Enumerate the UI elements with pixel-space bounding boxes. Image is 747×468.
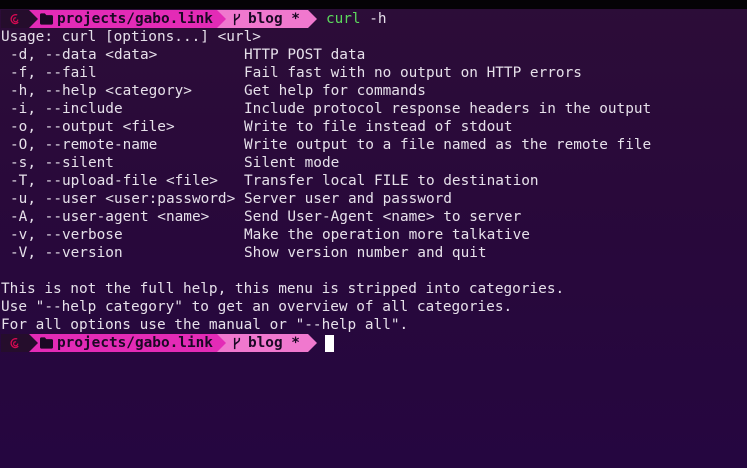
option-description: Silent mode <box>244 155 340 171</box>
terminal-window: projects/gabo.link blog * curl -h Usage:… <box>0 0 747 468</box>
prompt-branch: blog * <box>247 11 300 27</box>
help-option-row: -O, --remote-name Write output to a file … <box>1 136 747 154</box>
help-footer-line: For all options use the manual or "--hel… <box>1 317 409 333</box>
segment-separator <box>307 334 317 352</box>
help-option-row: -f, --fail Fail fast with no output on HT… <box>1 64 747 82</box>
shell-prompt: projects/gabo.link blog * <box>1 334 747 352</box>
help-option-row: -i, --include Include protocol response h… <box>1 100 747 118</box>
option-flag: -f, --fail <box>10 65 97 81</box>
segment-separator <box>216 334 226 352</box>
option-flag: -T, --upload-file <file> <box>10 173 218 189</box>
prompt-path: projects/gabo.link <box>57 335 213 351</box>
option-flag: -o, --output <file> <box>10 119 175 135</box>
help-option-row: -d, --data <data> HTTP POST data <box>1 46 747 64</box>
terminal-screen: projects/gabo.link blog * curl -h Usage:… <box>1 10 747 352</box>
segment-separator <box>29 334 38 352</box>
option-flag: -A, --user-agent <name> <box>10 209 210 225</box>
git-branch-icon <box>233 337 241 349</box>
help-footer-line: Use "--help category" to get an overview… <box>1 299 513 315</box>
help-option-row: -u, --user <user:password> Server user an… <box>1 190 747 208</box>
os-segment <box>1 334 29 352</box>
option-description: Make the operation more talkative <box>244 227 530 243</box>
option-flag: -d, --data <data> <box>10 47 158 63</box>
segment-separator <box>216 10 226 28</box>
usage-line: Usage: curl [options...] <url> <box>1 29 261 45</box>
help-option-row: -s, --silent Silent mode <box>1 154 747 172</box>
folder-icon <box>40 13 53 25</box>
option-description: HTTP POST data <box>244 47 366 63</box>
help-option-row: -A, --user-agent <name> Send User-Agent <… <box>1 208 747 226</box>
option-description: Get help for commands <box>244 83 426 99</box>
window-titlebar <box>0 0 747 9</box>
help-option-row: -o, --output <file> Write to file instead… <box>1 118 747 136</box>
option-flag: -V, --version <box>10 245 123 261</box>
option-flag: -i, --include <box>10 101 123 117</box>
option-flag: -v, --verbose <box>10 227 123 243</box>
help-option-row: -v, --verbose Make the operation more tal… <box>1 226 747 244</box>
help-footer-line: This is not the full help, this menu is … <box>1 281 565 297</box>
prompt-branch: blog * <box>247 335 300 351</box>
path-segment: projects/gabo.link <box>38 334 217 352</box>
command-line: curl -h <box>326 10 387 28</box>
command-args: -h <box>369 11 387 27</box>
help-option-row: -h, --help <category> Get help for comman… <box>1 82 747 100</box>
git-segment: blog * <box>225 334 308 352</box>
option-description: Write to file instead of stdout <box>244 119 513 135</box>
option-flag: -O, --remote-name <box>10 137 158 153</box>
option-flag: -s, --silent <box>10 155 114 171</box>
git-branch-icon <box>233 13 241 25</box>
help-option-row: -V, --version Show version number and qui… <box>1 244 747 262</box>
help-option-row: -T, --upload-file <file> Transfer local F… <box>1 172 747 190</box>
segment-separator <box>307 10 317 28</box>
option-flag: -h, --help <category> <box>10 83 192 99</box>
option-description: Include protocol response headers in the… <box>244 101 652 117</box>
git-segment: blog * <box>225 10 308 28</box>
shell-prompt: projects/gabo.link blog * curl -h <box>1 10 747 28</box>
os-segment <box>1 10 29 28</box>
debian-icon <box>9 337 19 348</box>
debian-icon <box>9 13 19 24</box>
option-description: Transfer local FILE to destination <box>244 173 539 189</box>
option-description: Server user and password <box>244 191 452 207</box>
option-description: Write output to a file named as the remo… <box>244 137 652 153</box>
command-name: curl <box>325 11 361 27</box>
option-description: Send User-Agent <name> to server <box>244 209 522 225</box>
prompt-path: projects/gabo.link <box>57 11 213 27</box>
option-flag: -u, --user <user:password> <box>10 191 236 207</box>
folder-icon <box>40 337 53 349</box>
option-description: Fail fast with no output on HTTP errors <box>244 65 582 81</box>
segment-separator <box>29 10 38 28</box>
path-segment: projects/gabo.link <box>38 10 217 28</box>
text-cursor[interactable] <box>324 334 334 352</box>
option-description: Show version number and quit <box>244 245 487 261</box>
